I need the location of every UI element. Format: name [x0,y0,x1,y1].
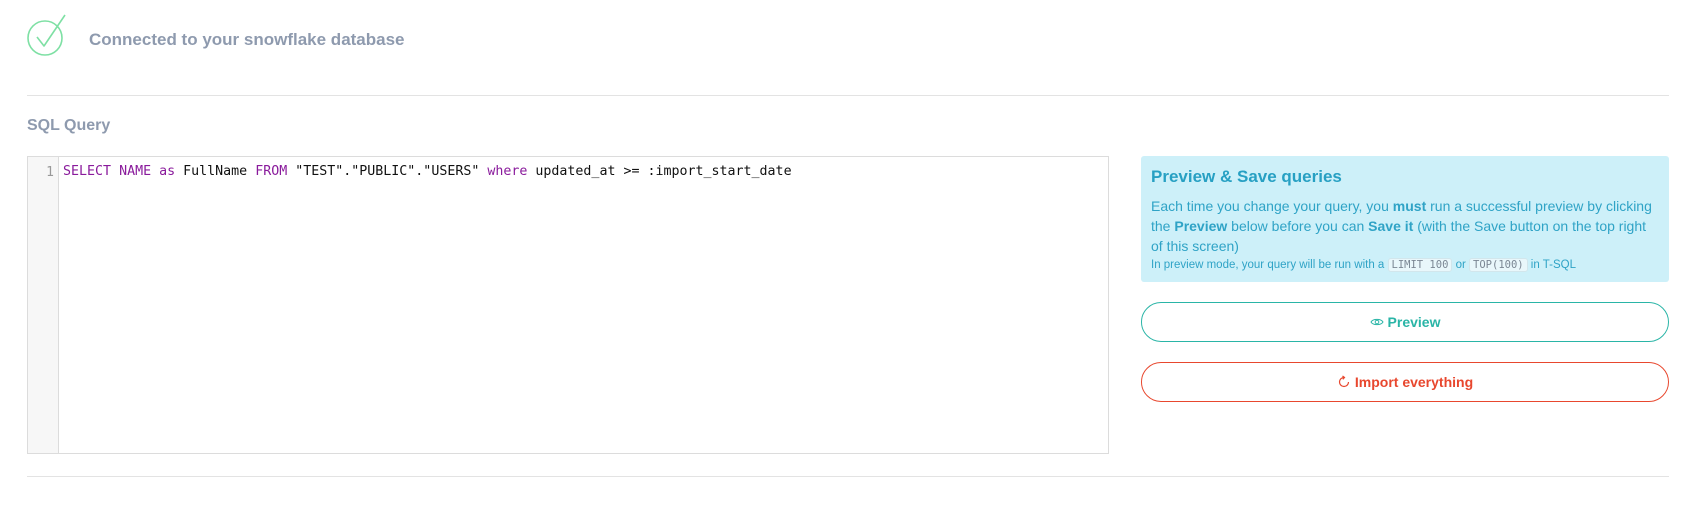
section-title: SQL Query [27,117,111,134]
sql-text: "TEST"."PUBLIC"."USERS" [287,164,488,179]
info-text-part: Each time you change your query, you [1151,198,1393,214]
divider [27,476,1669,477]
connection-status: Connected to your snowflake database [27,11,405,61]
editor-gutter: 1 [28,157,59,453]
divider [27,95,1669,96]
eye-icon [1369,315,1384,329]
preview-button-label: Preview [1387,314,1441,330]
info-text-part: below before you can [1227,218,1369,234]
info-subtext: In preview mode, your query will be run … [1151,258,1659,272]
sql-text: updated_at >= :import_start_date [527,164,792,179]
sql-keyword: SELECT [63,164,112,179]
import-everything-button[interactable]: Import everything [1141,362,1669,402]
sql-text: FullName [175,164,256,179]
info-text-bold: must [1392,198,1427,214]
info-text-bold: Preview [1174,218,1228,234]
info-sub-part: In preview mode, your query will be run … [1151,259,1388,271]
code-badge-limit: LIMIT 100 [1387,258,1453,272]
connection-status-text: Connected to your snowflake database [89,30,405,49]
line-number: 1 [46,165,54,180]
import-button-label: Import everything [1354,374,1474,390]
info-sub-part: in T-SQL [1527,259,1576,271]
check-circle-icon [27,14,71,58]
sql-keyword: where [487,164,528,179]
info-title: Preview & Save queries [1151,167,1342,186]
preview-button[interactable]: Preview [1141,302,1669,342]
sql-keyword: as [159,164,176,179]
preview-info-box: Preview & Save queries Each time you cha… [1141,156,1669,282]
sql-keyword: NAME [119,164,152,179]
code-line[interactable]: SELECT NAME as FullName FROM "TEST"."PUB… [63,164,792,179]
sql-editor[interactable]: 1 SELECT NAME as FullName FROM "TEST"."P… [27,156,1109,454]
code-badge-top: TOP(100) [1469,258,1528,272]
refresh-icon [1337,375,1351,389]
info-text-bold: Save it [1368,218,1414,234]
info-text: Each time you change your query, you mus… [1151,196,1659,256]
info-sub-part: or [1452,259,1470,271]
sql-keyword: FROM [255,164,288,179]
